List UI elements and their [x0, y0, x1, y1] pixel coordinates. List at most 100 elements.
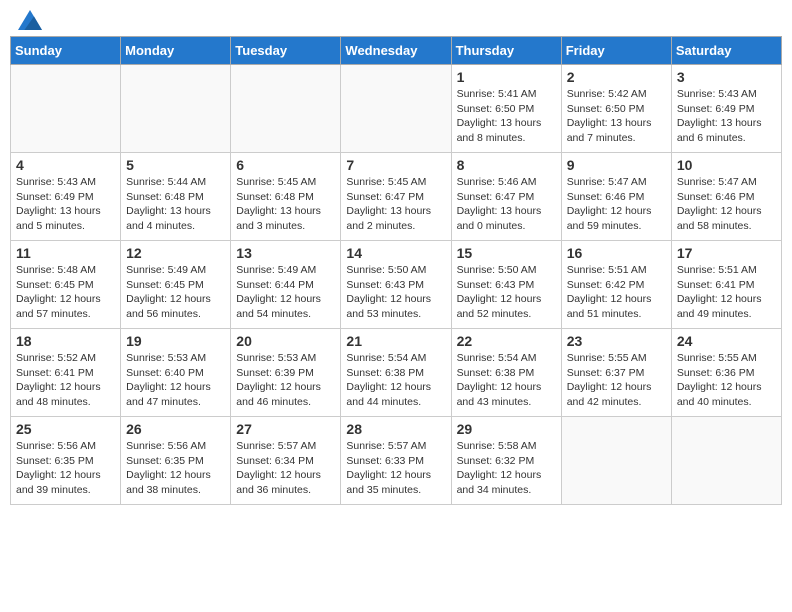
day-info: Sunrise: 5:46 AM Sunset: 6:47 PM Dayligh… — [457, 175, 556, 234]
calendar-cell — [671, 417, 781, 505]
day-number: 14 — [346, 245, 445, 261]
day-info: Sunrise: 5:53 AM Sunset: 6:40 PM Dayligh… — [126, 351, 225, 410]
calendar-cell: 16 Sunrise: 5:51 AM Sunset: 6:42 PM Dayli… — [561, 241, 671, 329]
calendar-cell: 13Sunrise: 5:49 AM Sunset: 6:44 PM Dayli… — [231, 241, 341, 329]
day-info: Sunrise: 5:45 AM Sunset: 6:47 PM Dayligh… — [346, 175, 445, 234]
calendar-cell: 24 Sunrise: 5:55 AM Sunset: 6:36 PM Dayli… — [671, 329, 781, 417]
day-number: 4 — [16, 157, 115, 173]
calendar-cell: 23 Sunrise: 5:55 AM Sunset: 6:37 PM Dayli… — [561, 329, 671, 417]
logo — [14, 10, 42, 30]
day-number: 19 — [126, 333, 225, 349]
day-info: Sunrise: 5:41 AM Sunset: 6:50 PM Dayligh… — [457, 87, 556, 146]
calendar-cell: 20 Sunrise: 5:53 AM Sunset: 6:39 PM Dayli… — [231, 329, 341, 417]
day-number: 1 — [457, 69, 556, 85]
calendar-cell: 25Sunrise: 5:56 AM Sunset: 6:35 PM Dayli… — [11, 417, 121, 505]
day-info: Sunrise: 5:51 AM Sunset: 6:42 PM Dayligh… — [567, 263, 666, 322]
day-info: Sunrise: 5:57 AM Sunset: 6:33 PM Dayligh… — [346, 439, 445, 498]
calendar-cell — [561, 417, 671, 505]
calendar-cell: 12 Sunrise: 5:49 AM Sunset: 6:45 PM Dayli… — [121, 241, 231, 329]
logo-icon — [18, 10, 42, 30]
calendar-week-4: 18 Sunrise: 5:52 AM Sunset: 6:41 PM Dayli… — [11, 329, 782, 417]
day-number: 9 — [567, 157, 666, 173]
calendar-table: SundayMondayTuesdayWednesdayThursdayFrid… — [10, 36, 782, 505]
day-number: 6 — [236, 157, 335, 173]
day-number: 15 — [457, 245, 556, 261]
day-info: Sunrise: 5:54 AM Sunset: 6:38 PM Dayligh… — [346, 351, 445, 410]
calendar-cell: 17 Sunrise: 5:51 AM Sunset: 6:41 PM Dayli… — [671, 241, 781, 329]
day-info: Sunrise: 5:50 AM Sunset: 6:43 PM Dayligh… — [457, 263, 556, 322]
day-info: Sunrise: 5:58 AM Sunset: 6:32 PM Dayligh… — [457, 439, 556, 498]
calendar-cell: 21 Sunrise: 5:54 AM Sunset: 6:38 PM Dayli… — [341, 329, 451, 417]
header-saturday: Saturday — [671, 37, 781, 65]
day-number: 25 — [16, 421, 115, 437]
calendar-cell: 11 Sunrise: 5:48 AM Sunset: 6:45 PM Dayli… — [11, 241, 121, 329]
calendar-week-3: 11 Sunrise: 5:48 AM Sunset: 6:45 PM Dayli… — [11, 241, 782, 329]
day-number: 18 — [16, 333, 115, 349]
day-info: Sunrise: 5:42 AM Sunset: 6:50 PM Dayligh… — [567, 87, 666, 146]
day-number: 7 — [346, 157, 445, 173]
day-info: Sunrise: 5:52 AM Sunset: 6:41 PM Dayligh… — [16, 351, 115, 410]
day-info: Sunrise: 5:47 AM Sunset: 6:46 PM Dayligh… — [567, 175, 666, 234]
day-number: 17 — [677, 245, 776, 261]
day-number: 8 — [457, 157, 556, 173]
calendar-cell — [11, 65, 121, 153]
header-friday: Friday — [561, 37, 671, 65]
day-info: Sunrise: 5:43 AM Sunset: 6:49 PM Dayligh… — [677, 87, 776, 146]
day-number: 24 — [677, 333, 776, 349]
calendar-cell: 18 Sunrise: 5:52 AM Sunset: 6:41 PM Dayli… — [11, 329, 121, 417]
day-info: Sunrise: 5:43 AM Sunset: 6:49 PM Dayligh… — [16, 175, 115, 234]
day-info: Sunrise: 5:51 AM Sunset: 6:41 PM Dayligh… — [677, 263, 776, 322]
calendar-cell — [341, 65, 451, 153]
calendar-cell: 29 Sunrise: 5:58 AM Sunset: 6:32 PM Dayli… — [451, 417, 561, 505]
calendar-cell: 10 Sunrise: 5:47 AM Sunset: 6:46 PM Dayli… — [671, 153, 781, 241]
calendar-cell: 5 Sunrise: 5:44 AM Sunset: 6:48 PM Daylig… — [121, 153, 231, 241]
day-info: Sunrise: 5:49 AM Sunset: 6:45 PM Dayligh… — [126, 263, 225, 322]
day-number: 21 — [346, 333, 445, 349]
calendar-week-1: 1 Sunrise: 5:41 AM Sunset: 6:50 PM Daylig… — [11, 65, 782, 153]
header-monday: Monday — [121, 37, 231, 65]
day-number: 13 — [236, 245, 335, 261]
day-info: Sunrise: 5:56 AM Sunset: 6:35 PM Dayligh… — [126, 439, 225, 498]
day-info: Sunrise: 5:44 AM Sunset: 6:48 PM Dayligh… — [126, 175, 225, 234]
day-info: Sunrise: 5:50 AM Sunset: 6:43 PM Dayligh… — [346, 263, 445, 322]
calendar-cell: 22 Sunrise: 5:54 AM Sunset: 6:38 PM Dayli… — [451, 329, 561, 417]
day-info: Sunrise: 5:48 AM Sunset: 6:45 PM Dayligh… — [16, 263, 115, 322]
day-info: Sunrise: 5:55 AM Sunset: 6:36 PM Dayligh… — [677, 351, 776, 410]
calendar-week-2: 4 Sunrise: 5:43 AM Sunset: 6:49 PM Daylig… — [11, 153, 782, 241]
day-number: 16 — [567, 245, 666, 261]
day-info: Sunrise: 5:47 AM Sunset: 6:46 PM Dayligh… — [677, 175, 776, 234]
day-number: 2 — [567, 69, 666, 85]
calendar-cell: 15 Sunrise: 5:50 AM Sunset: 6:43 PM Dayli… — [451, 241, 561, 329]
day-number: 29 — [457, 421, 556, 437]
header-thursday: Thursday — [451, 37, 561, 65]
day-info: Sunrise: 5:54 AM Sunset: 6:38 PM Dayligh… — [457, 351, 556, 410]
day-info: Sunrise: 5:55 AM Sunset: 6:37 PM Dayligh… — [567, 351, 666, 410]
header-sunday: Sunday — [11, 37, 121, 65]
calendar-cell — [231, 65, 341, 153]
day-number: 27 — [236, 421, 335, 437]
header-tuesday: Tuesday — [231, 37, 341, 65]
day-number: 23 — [567, 333, 666, 349]
calendar-cell: 14 Sunrise: 5:50 AM Sunset: 6:43 PM Dayli… — [341, 241, 451, 329]
calendar-cell: 28 Sunrise: 5:57 AM Sunset: 6:33 PM Dayli… — [341, 417, 451, 505]
day-number: 5 — [126, 157, 225, 173]
calendar-cell: 9 Sunrise: 5:47 AM Sunset: 6:46 PM Daylig… — [561, 153, 671, 241]
day-number: 22 — [457, 333, 556, 349]
calendar-cell: 3Sunrise: 5:43 AM Sunset: 6:49 PM Daylig… — [671, 65, 781, 153]
day-number: 28 — [346, 421, 445, 437]
header-wednesday: Wednesday — [341, 37, 451, 65]
day-number: 11 — [16, 245, 115, 261]
day-number: 12 — [126, 245, 225, 261]
day-info: Sunrise: 5:57 AM Sunset: 6:34 PM Dayligh… — [236, 439, 335, 498]
calendar-cell: 1 Sunrise: 5:41 AM Sunset: 6:50 PM Daylig… — [451, 65, 561, 153]
day-number: 26 — [126, 421, 225, 437]
day-number: 10 — [677, 157, 776, 173]
calendar-cell: 26 Sunrise: 5:56 AM Sunset: 6:35 PM Dayli… — [121, 417, 231, 505]
calendar-cell: 2 Sunrise: 5:42 AM Sunset: 6:50 PM Daylig… — [561, 65, 671, 153]
day-info: Sunrise: 5:53 AM Sunset: 6:39 PM Dayligh… — [236, 351, 335, 410]
calendar-cell: 27 Sunrise: 5:57 AM Sunset: 6:34 PM Dayli… — [231, 417, 341, 505]
day-number: 20 — [236, 333, 335, 349]
calendar-header-row: SundayMondayTuesdayWednesdayThursdayFrid… — [11, 37, 782, 65]
calendar-cell: 4 Sunrise: 5:43 AM Sunset: 6:49 PM Daylig… — [11, 153, 121, 241]
calendar-cell: 7 Sunrise: 5:45 AM Sunset: 6:47 PM Daylig… — [341, 153, 451, 241]
